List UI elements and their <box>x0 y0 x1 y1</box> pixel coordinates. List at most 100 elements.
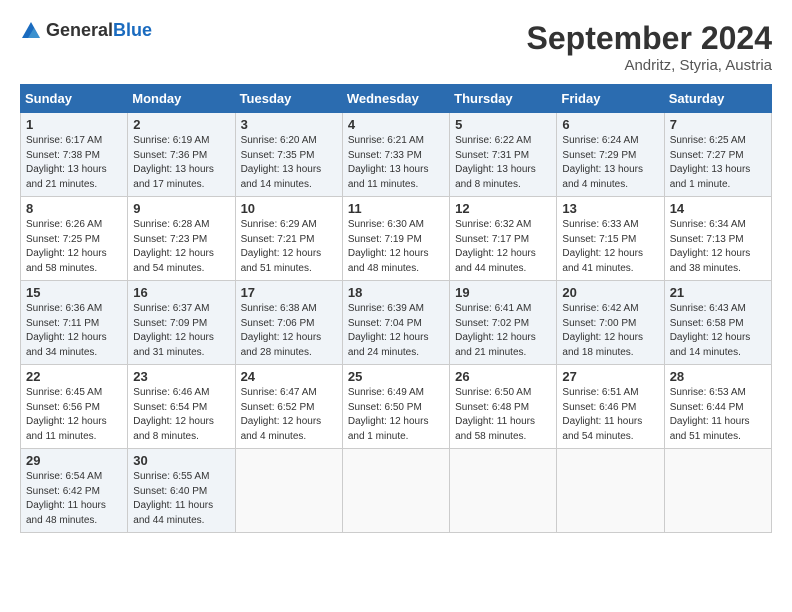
calendar-cell: 7 Sunrise: 6:25 AM Sunset: 7:27 PM Daylig… <box>664 113 771 197</box>
day-number: 21 <box>670 285 766 300</box>
day-info: Sunrise: 6:24 AM Sunset: 7:29 PM Dayligh… <box>562 134 658 192</box>
day-number: 27 <box>562 369 658 384</box>
calendar-week-2: 8 Sunrise: 6:26 AM Sunset: 7:25 PM Daylig… <box>21 197 772 281</box>
calendar-cell: 21 Sunrise: 6:43 AM Sunset: 6:58 PM Dayli… <box>664 281 771 365</box>
day-number: 10 <box>241 201 337 216</box>
calendar-cell: 29Sunrise: 6:54 AM Sunset: 6:42 PM Dayli… <box>21 449 128 533</box>
calendar-week-5: 29Sunrise: 6:54 AM Sunset: 6:42 PM Dayli… <box>21 449 772 533</box>
day-info: Sunrise: 6:26 AM Sunset: 7:25 PM Dayligh… <box>26 218 122 276</box>
calendar-cell: 10 Sunrise: 6:29 AM Sunset: 7:21 PM Dayli… <box>235 197 342 281</box>
day-number: 13 <box>562 201 658 216</box>
day-number: 19 <box>455 285 551 300</box>
day-info: Sunrise: 6:39 AM Sunset: 7:04 PM Dayligh… <box>348 302 444 360</box>
day-number: 14 <box>670 201 766 216</box>
day-number: 24 <box>241 369 337 384</box>
calendar-cell: 30 Sunrise: 6:55 AM Sunset: 6:40 PM Dayli… <box>128 449 235 533</box>
day-info: Sunrise: 6:19 AM Sunset: 7:36 PM Dayligh… <box>133 134 229 192</box>
day-info: Sunrise: 6:42 AM Sunset: 7:00 PM Dayligh… <box>562 302 658 360</box>
day-info: Sunrise: 6:53 AM Sunset: 6:44 PM Dayligh… <box>670 386 766 444</box>
header-tuesday: Tuesday <box>235 85 342 113</box>
day-number: 2 <box>133 117 229 132</box>
day-info: Sunrise: 6:17 AM Sunset: 7:38 PM Dayligh… <box>26 134 122 192</box>
header-friday: Friday <box>557 85 664 113</box>
day-info: Sunrise: 6:22 AM Sunset: 7:31 PM Dayligh… <box>455 134 551 192</box>
calendar-cell: 20Sunrise: 6:42 AM Sunset: 7:00 PM Dayli… <box>557 281 664 365</box>
day-info: Sunrise: 6:41 AM Sunset: 7:02 PM Dayligh… <box>455 302 551 360</box>
logo-icon <box>20 20 42 42</box>
day-number: 28 <box>670 369 766 384</box>
logo-blue: Blue <box>113 20 152 40</box>
day-info: Sunrise: 6:43 AM Sunset: 6:58 PM Dayligh… <box>670 302 766 360</box>
calendar-cell: 4 Sunrise: 6:21 AM Sunset: 7:33 PM Daylig… <box>342 113 449 197</box>
page-header: GeneralBlue September 2024 Andritz, Styr… <box>20 20 772 74</box>
day-number: 4 <box>348 117 444 132</box>
day-number: 17 <box>241 285 337 300</box>
day-info: Sunrise: 6:30 AM Sunset: 7:19 PM Dayligh… <box>348 218 444 276</box>
day-number: 30 <box>133 453 229 468</box>
day-info: Sunrise: 6:25 AM Sunset: 7:27 PM Dayligh… <box>670 134 766 192</box>
day-info: Sunrise: 6:45 AM Sunset: 6:56 PM Dayligh… <box>26 386 122 444</box>
calendar-cell: 27 Sunrise: 6:51 AM Sunset: 6:46 PM Dayli… <box>557 365 664 449</box>
day-info: Sunrise: 6:36 AM Sunset: 7:11 PM Dayligh… <box>26 302 122 360</box>
day-number: 3 <box>241 117 337 132</box>
calendar-table: Sunday Monday Tuesday Wednesday Thursday… <box>20 84 772 533</box>
day-number: 12 <box>455 201 551 216</box>
calendar-cell: 17 Sunrise: 6:38 AM Sunset: 7:06 PM Dayli… <box>235 281 342 365</box>
day-number: 23 <box>133 369 229 384</box>
day-number: 29 <box>26 453 122 468</box>
day-info: Sunrise: 6:34 AM Sunset: 7:13 PM Dayligh… <box>670 218 766 276</box>
calendar-cell: 13 Sunrise: 6:33 AM Sunset: 7:15 PM Dayli… <box>557 197 664 281</box>
title-block: September 2024 Andritz, Styria, Austria <box>527 20 772 74</box>
calendar-header-row: Sunday Monday Tuesday Wednesday Thursday… <box>21 85 772 113</box>
day-info: Sunrise: 6:46 AM Sunset: 6:54 PM Dayligh… <box>133 386 229 444</box>
day-number: 16 <box>133 285 229 300</box>
day-number: 11 <box>348 201 444 216</box>
header-monday: Monday <box>128 85 235 113</box>
day-number: 8 <box>26 201 122 216</box>
calendar-cell: 22Sunrise: 6:45 AM Sunset: 6:56 PM Dayli… <box>21 365 128 449</box>
calendar-week-3: 15 Sunrise: 6:36 AM Sunset: 7:11 PM Dayli… <box>21 281 772 365</box>
calendar-cell <box>557 449 664 533</box>
day-info: Sunrise: 6:47 AM Sunset: 6:52 PM Dayligh… <box>241 386 337 444</box>
day-info: Sunrise: 6:21 AM Sunset: 7:33 PM Dayligh… <box>348 134 444 192</box>
calendar-cell <box>235 449 342 533</box>
day-info: Sunrise: 6:51 AM Sunset: 6:46 PM Dayligh… <box>562 386 658 444</box>
logo: GeneralBlue <box>20 20 152 42</box>
day-number: 18 <box>348 285 444 300</box>
day-number: 6 <box>562 117 658 132</box>
day-number: 7 <box>670 117 766 132</box>
calendar-cell: 5 Sunrise: 6:22 AM Sunset: 7:31 PM Daylig… <box>450 113 557 197</box>
day-info: Sunrise: 6:20 AM Sunset: 7:35 PM Dayligh… <box>241 134 337 192</box>
header-sunday: Sunday <box>21 85 128 113</box>
calendar-cell: 11 Sunrise: 6:30 AM Sunset: 7:19 PM Dayli… <box>342 197 449 281</box>
day-number: 1 <box>26 117 122 132</box>
calendar-cell: 3 Sunrise: 6:20 AM Sunset: 7:35 PM Daylig… <box>235 113 342 197</box>
calendar-cell: 14 Sunrise: 6:34 AM Sunset: 7:13 PM Dayli… <box>664 197 771 281</box>
location: Andritz, Styria, Austria <box>527 57 772 74</box>
day-info: Sunrise: 6:37 AM Sunset: 7:09 PM Dayligh… <box>133 302 229 360</box>
header-thursday: Thursday <box>450 85 557 113</box>
day-number: 5 <box>455 117 551 132</box>
month-title: September 2024 <box>527 20 772 57</box>
calendar-cell: 26 Sunrise: 6:50 AM Sunset: 6:48 PM Dayli… <box>450 365 557 449</box>
calendar-cell: 28 Sunrise: 6:53 AM Sunset: 6:44 PM Dayli… <box>664 365 771 449</box>
day-info: Sunrise: 6:38 AM Sunset: 7:06 PM Dayligh… <box>241 302 337 360</box>
calendar-week-4: 22Sunrise: 6:45 AM Sunset: 6:56 PM Dayli… <box>21 365 772 449</box>
day-number: 26 <box>455 369 551 384</box>
day-info: Sunrise: 6:55 AM Sunset: 6:40 PM Dayligh… <box>133 470 229 528</box>
calendar-cell: 8 Sunrise: 6:26 AM Sunset: 7:25 PM Daylig… <box>21 197 128 281</box>
calendar-cell: 16 Sunrise: 6:37 AM Sunset: 7:09 PM Dayli… <box>128 281 235 365</box>
calendar-cell: 12Sunrise: 6:32 AM Sunset: 7:17 PM Dayli… <box>450 197 557 281</box>
calendar-cell: 9Sunrise: 6:28 AM Sunset: 7:23 PM Daylig… <box>128 197 235 281</box>
day-number: 15 <box>26 285 122 300</box>
day-info: Sunrise: 6:29 AM Sunset: 7:21 PM Dayligh… <box>241 218 337 276</box>
calendar-cell: 2 Sunrise: 6:19 AM Sunset: 7:36 PM Daylig… <box>128 113 235 197</box>
day-info: Sunrise: 6:33 AM Sunset: 7:15 PM Dayligh… <box>562 218 658 276</box>
day-info: Sunrise: 6:50 AM Sunset: 6:48 PM Dayligh… <box>455 386 551 444</box>
calendar-week-1: 1 Sunrise: 6:17 AM Sunset: 7:38 PM Daylig… <box>21 113 772 197</box>
calendar-cell: 6 Sunrise: 6:24 AM Sunset: 7:29 PM Daylig… <box>557 113 664 197</box>
calendar-cell <box>664 449 771 533</box>
day-info: Sunrise: 6:28 AM Sunset: 7:23 PM Dayligh… <box>133 218 229 276</box>
day-info: Sunrise: 6:49 AM Sunset: 6:50 PM Dayligh… <box>348 386 444 444</box>
header-wednesday: Wednesday <box>342 85 449 113</box>
